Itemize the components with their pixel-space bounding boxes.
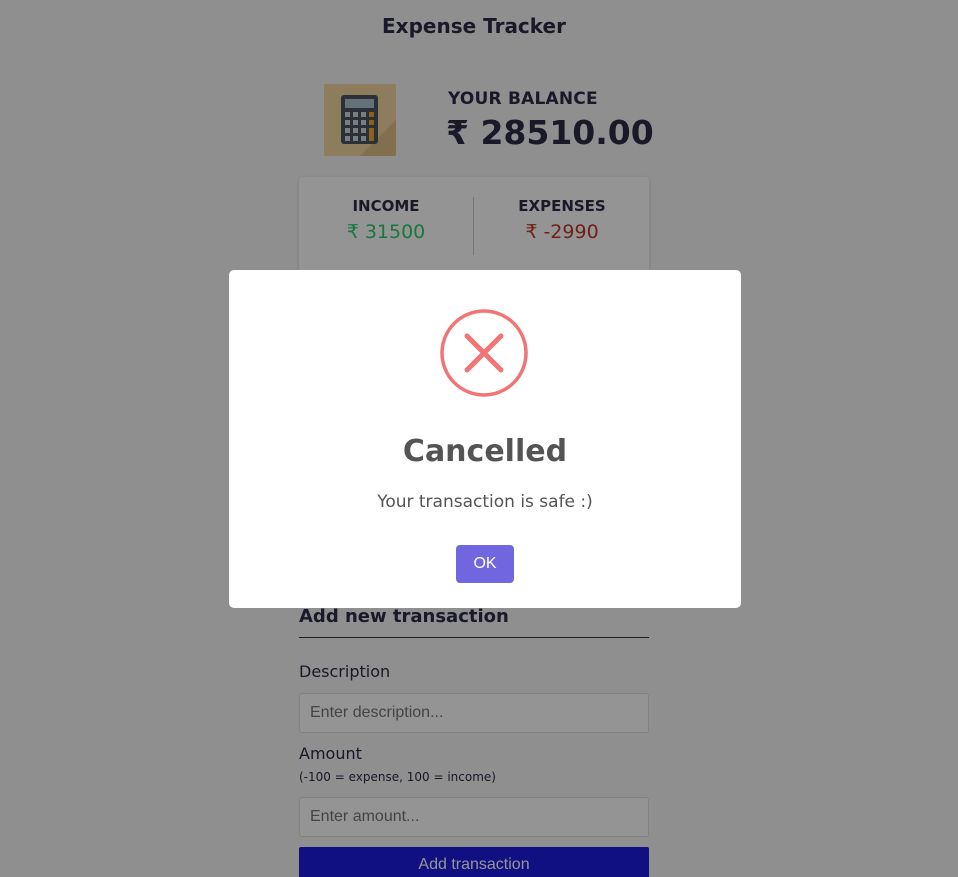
dialog-title: Cancelled: [402, 434, 568, 469]
dialog-message: Your transaction is safe :): [377, 492, 593, 512]
error-x-icon: [440, 309, 528, 397]
cancelled-dialog: Cancelled Your transaction is safe :) OK: [229, 270, 741, 608]
ok-button[interactable]: OK: [456, 545, 514, 583]
